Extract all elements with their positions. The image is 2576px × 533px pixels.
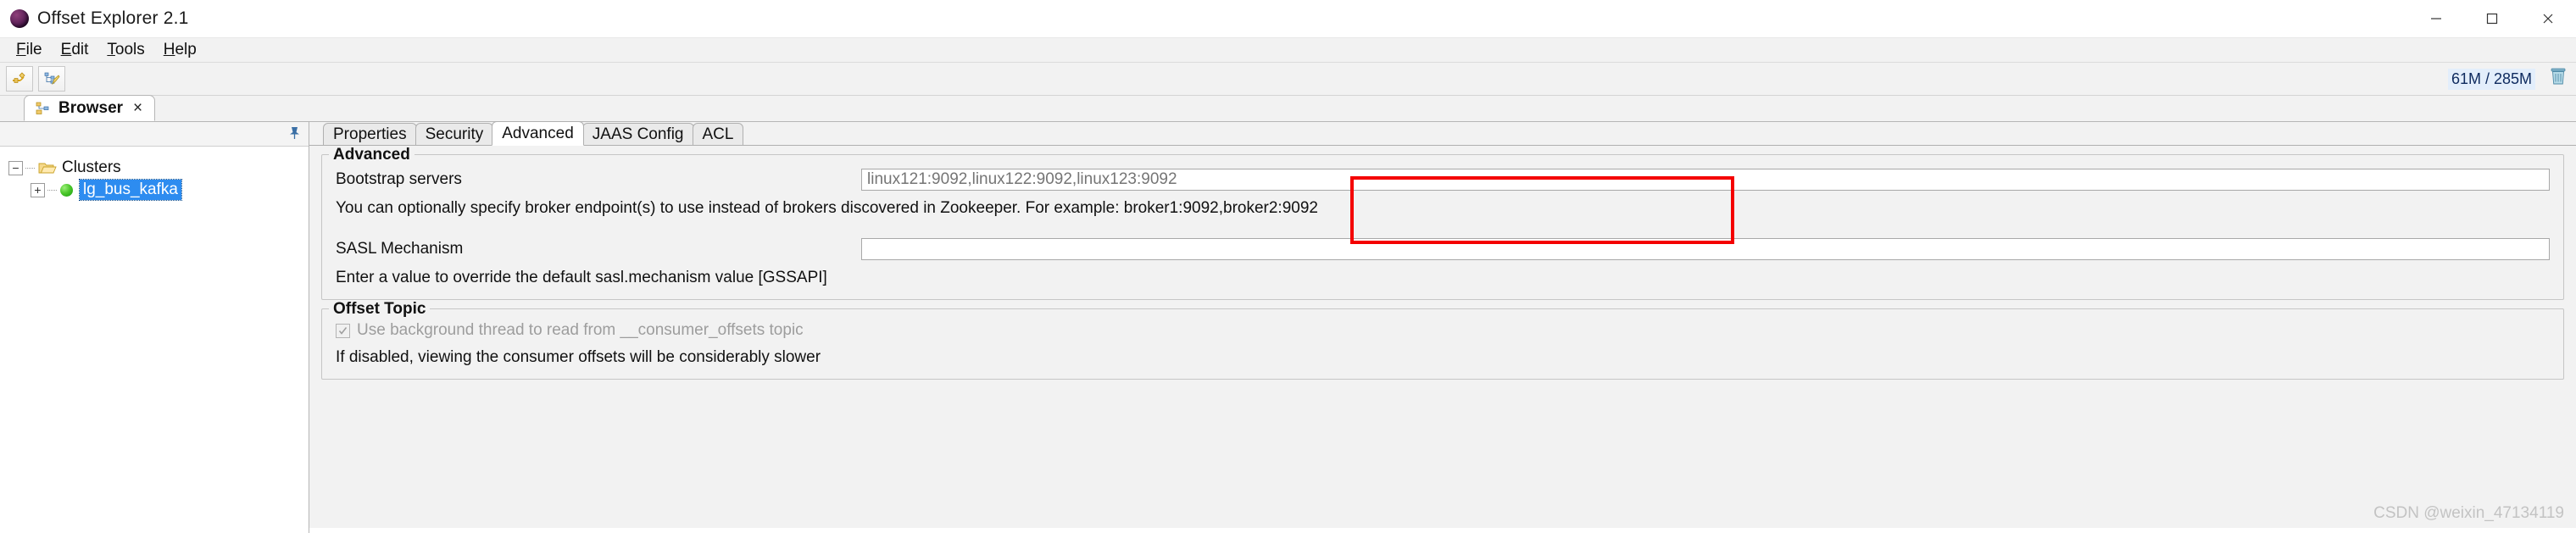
- menu-item-file[interactable]: File: [7, 39, 52, 61]
- tree-expander-expand-icon[interactable]: +: [31, 182, 45, 197]
- cluster-detail-panel: Properties Security Advanced JAAS Config…: [309, 121, 2576, 533]
- tree-node-cluster[interactable]: + lg_bus_kafka: [8, 179, 309, 201]
- background-thread-row[interactable]: Use background thread to read from __con…: [336, 321, 2550, 340]
- menu-label: ools: [114, 41, 145, 58]
- memory-usage-label: 61M / 285M: [2447, 68, 2535, 90]
- close-icon: [2543, 14, 2553, 24]
- edit-connection-button[interactable]: [38, 66, 65, 92]
- sasl-mechanism-label: SASL Mechanism: [336, 240, 464, 258]
- menu-bar: File Edit Tools Help: [0, 38, 2576, 63]
- window-controls: [2408, 0, 2576, 37]
- watermark: CSDN @weixin_47134119: [2373, 504, 2564, 522]
- maximize-button[interactable]: [2464, 0, 2520, 37]
- close-button[interactable]: [2520, 0, 2576, 37]
- view-tab-strip: Browser ×: [0, 95, 2576, 122]
- offset-topic-hint: If disabled, viewing the consumer offset…: [336, 348, 821, 366]
- sasl-mechanism-row: SASL Mechanism: [336, 238, 2550, 260]
- minimize-button[interactable]: [2408, 0, 2464, 37]
- toolbar: 61M / 285M: [0, 63, 2576, 96]
- pin-icon[interactable]: [287, 125, 302, 141]
- tab-properties[interactable]: Properties: [323, 123, 417, 146]
- memory-indicator: 61M / 285M: [2447, 63, 2568, 95]
- panel-bottom-strip: [309, 528, 2576, 533]
- tree-node-clusters[interactable]: − Clusters: [8, 157, 309, 179]
- tab-security[interactable]: Security: [414, 123, 494, 146]
- folder-open-icon: [38, 163, 57, 174]
- menu-item-edit[interactable]: Edit: [52, 39, 98, 61]
- tree-connector: [25, 167, 35, 169]
- minimize-icon: [2431, 18, 2441, 19]
- cluster-tree[interactable]: − Clusters + lg_bus_kafka: [0, 147, 309, 533]
- cluster-tree-panel: − Clusters + lg_bus_kafka: [0, 122, 309, 533]
- tree-node-clusters-label: Clusters: [62, 158, 121, 176]
- tab-browser-label: Browser: [58, 98, 124, 117]
- run-gc-button[interactable]: [2549, 66, 2568, 92]
- offset-topic-group-title: Offset Topic: [329, 300, 431, 319]
- main-split: − Clusters + lg_bus_kafka Properties Sec…: [0, 121, 2576, 533]
- menu-item-tools[interactable]: Tools: [97, 39, 153, 61]
- menu-mnemonic: F: [16, 41, 26, 58]
- bootstrap-servers-label: Bootstrap servers: [336, 170, 462, 188]
- menu-item-help[interactable]: Help: [154, 39, 206, 61]
- add-connection-button[interactable]: [6, 66, 33, 92]
- menu-label: elp: [175, 41, 197, 58]
- tree-browser-icon: [36, 102, 49, 114]
- trash-icon: [2551, 68, 2566, 85]
- sasl-mechanism-input[interactable]: [861, 238, 2550, 260]
- sasl-mechanism-hint: Enter a value to override the default sa…: [336, 269, 827, 286]
- checkmark-icon: [338, 326, 348, 335]
- tree-edit-pencil-icon: [44, 72, 60, 86]
- offset-topic-group: Offset Topic Use background thread to re…: [321, 300, 2564, 380]
- tree-panel-header: [0, 122, 309, 147]
- advanced-group: Advanced Bootstrap servers You can optio…: [321, 146, 2564, 300]
- detail-tabs: Properties Security Advanced JAAS Config…: [309, 121, 2576, 146]
- plug-connect-icon: [13, 72, 25, 83]
- window-title: Offset Explorer 2.1: [37, 8, 189, 28]
- title-bar: Offset Explorer 2.1: [0, 0, 2576, 38]
- tree-expander-collapse-icon[interactable]: −: [8, 160, 23, 175]
- bootstrap-servers-row: Bootstrap servers: [336, 169, 2550, 191]
- advanced-group-title: Advanced: [329, 146, 414, 164]
- tab-browser[interactable]: Browser ×: [24, 95, 156, 121]
- menu-label: dit: [71, 41, 89, 58]
- tab-acl[interactable]: ACL: [692, 123, 744, 146]
- tab-advanced[interactable]: Advanced: [492, 121, 584, 146]
- background-thread-label: Use background thread to read from __con…: [357, 321, 804, 339]
- tree-node-cluster-label: lg_bus_kafka: [79, 179, 182, 201]
- menu-mnemonic: E: [60, 41, 72, 58]
- tab-browser-close-icon[interactable]: ×: [133, 100, 142, 116]
- tree-connector: [47, 189, 57, 191]
- menu-mnemonic: T: [107, 41, 115, 58]
- tab-jaas-config[interactable]: JAAS Config: [581, 123, 694, 146]
- bootstrap-servers-hint: You can optionally specify broker endpoi…: [336, 199, 1318, 217]
- menu-label: ile: [25, 41, 42, 58]
- bootstrap-servers-input[interactable]: [861, 169, 2550, 191]
- menu-mnemonic: H: [163, 41, 175, 58]
- background-thread-checkbox[interactable]: [336, 323, 350, 338]
- offset-explorer-logo-icon: [10, 9, 29, 28]
- maximize-icon: [2486, 13, 2498, 25]
- advanced-panel: Advanced Bootstrap servers You can optio…: [309, 146, 2576, 533]
- cluster-status-dot-icon: [60, 183, 73, 197]
